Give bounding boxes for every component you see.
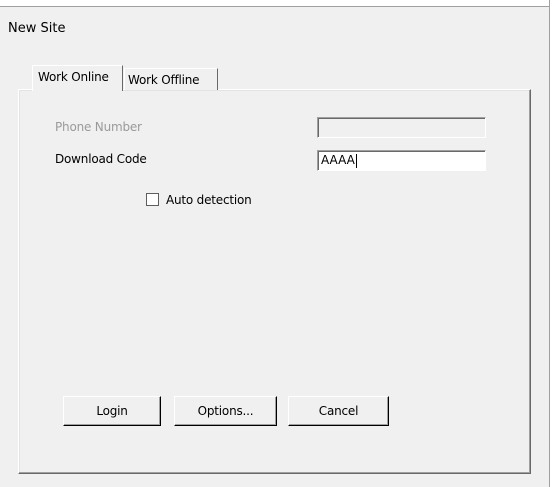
- new-site-dialog: New Site Work Online Work Offline Phone …: [0, 0, 554, 487]
- window-title: New Site: [8, 21, 66, 36]
- tab-work-offline[interactable]: Work Offline: [124, 68, 218, 90]
- window-right-border: [549, 0, 554, 487]
- text-caret: [355, 153, 357, 168]
- auto-detection-checkbox[interactable]: [146, 193, 159, 206]
- window-top-border: [0, 0, 554, 7]
- options-button[interactable]: Options...: [174, 396, 277, 426]
- phone-number-field[interactable]: [317, 117, 486, 138]
- cancel-button[interactable]: Cancel: [288, 396, 389, 426]
- download-code-value: AAAA: [321, 153, 355, 167]
- download-code-field[interactable]: AAAA: [317, 150, 486, 171]
- tab-work-online[interactable]: Work Online: [32, 65, 123, 91]
- auto-detection-label[interactable]: Auto detection: [166, 193, 252, 207]
- login-button[interactable]: Login: [63, 396, 161, 426]
- download-code-label: Download Code: [55, 152, 147, 166]
- phone-number-label: Phone Number: [55, 120, 142, 134]
